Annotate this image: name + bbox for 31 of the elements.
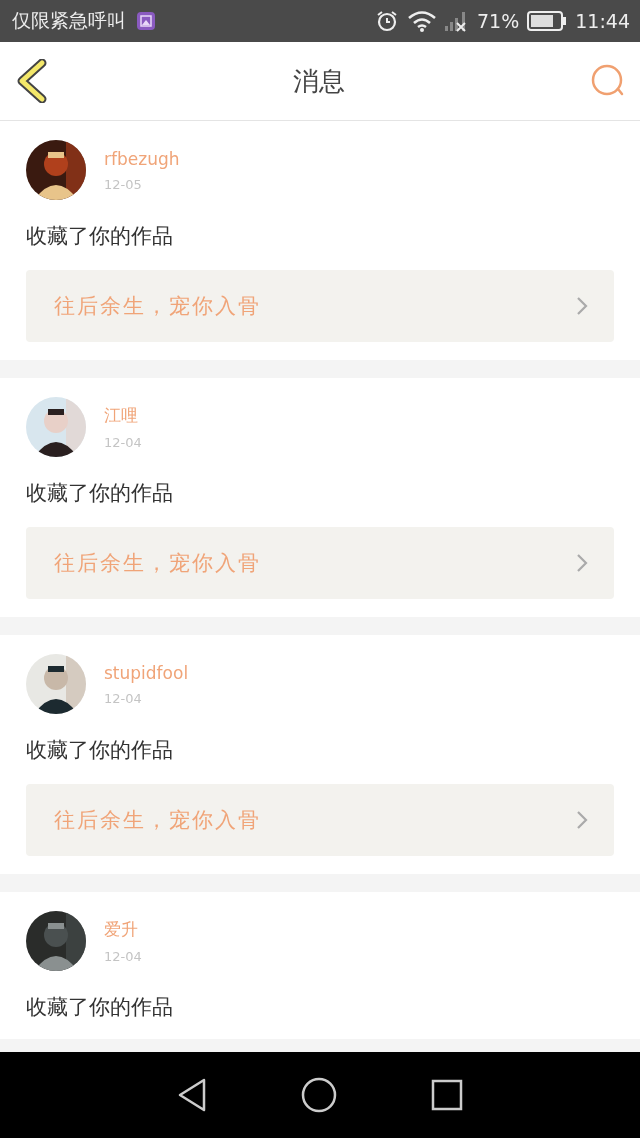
chevron-right-icon [576,296,588,316]
message-text: 收藏了你的作品 [26,737,173,764]
clock-time: 11:44 [575,10,630,32]
username[interactable]: rfbezugh [104,148,180,169]
wifi-icon [407,10,437,32]
message-date: 12-04 [104,949,142,964]
home-nav-icon[interactable] [301,1077,337,1113]
chevron-right-icon [576,553,588,573]
alarm-icon [375,9,399,33]
signal-icon [445,10,469,32]
message-text: 收藏了你的作品 [26,480,173,507]
page-title: 消息 [293,64,345,98]
work-link[interactable]: 往后余生，宠你入骨 [26,527,614,599]
message-date: 12-04 [104,690,142,706]
username[interactable]: stupidfool [104,662,189,683]
carrier-text: 仅限紧急呼叫 [12,8,126,33]
battery-icon [527,11,568,31]
message-date: 12-04 [104,435,142,450]
battery-percentage: 71% [477,10,520,32]
back-button[interactable] [16,59,48,103]
chevron-right-icon [576,810,588,830]
work-link[interactable]: 往后余生，宠你入骨 [26,784,614,856]
back-nav-icon[interactable] [177,1078,207,1112]
message-text: 收藏了你的作品 [26,994,173,1021]
recents-nav-icon[interactable] [431,1079,463,1111]
image-notification-icon [136,11,156,31]
username[interactable]: 江哩 [104,404,138,427]
work-link[interactable]: 往后余生，宠你入骨 [26,270,614,342]
message-text: 收藏了你的作品 [26,223,173,250]
username[interactable]: 爱升 [104,918,138,941]
message-date: 12-05 [104,176,142,192]
